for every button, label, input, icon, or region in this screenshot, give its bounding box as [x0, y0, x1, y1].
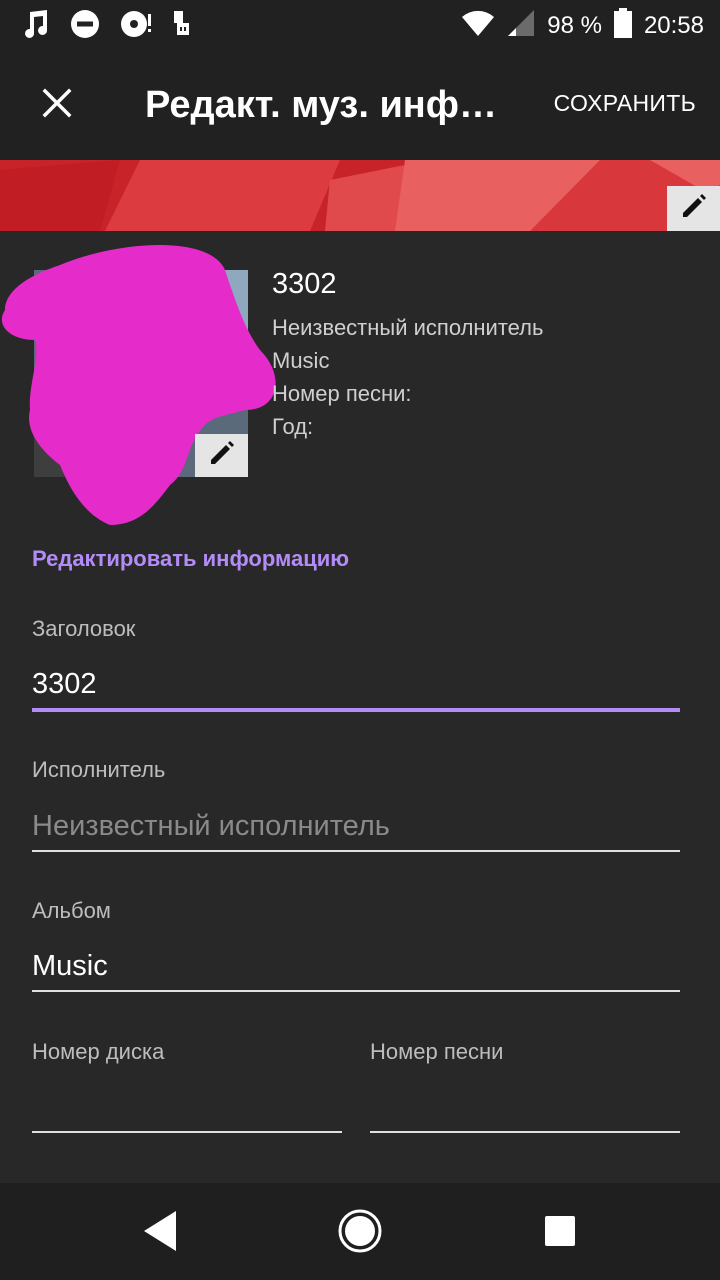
back-button[interactable]: [135, 1208, 185, 1258]
track-artist: Неизвестный исполнитель: [272, 315, 544, 340]
clock: 20:58: [643, 11, 704, 39]
banner-edit-button[interactable]: [667, 186, 720, 231]
media-icon: [120, 9, 152, 44]
wifi-icon: [461, 9, 495, 42]
back-triangle-icon: [140, 1209, 180, 1258]
disc-number-underline: [32, 1131, 342, 1133]
disc-number-field[interactable]: [32, 1090, 342, 1126]
artist-field[interactable]: Неизвестный исполнитель: [32, 810, 390, 843]
app-bar: Редакт. муз. инф… СОХРАНИТЬ: [0, 50, 720, 160]
pencil-icon: [207, 438, 237, 473]
album-art-edit-button[interactable]: [195, 434, 248, 477]
album-field-label: Альбом: [32, 898, 111, 923]
save-button[interactable]: СОХРАНИТЬ: [554, 90, 696, 117]
album-field-underline: [32, 990, 680, 992]
status-bar: 98 % 20:58: [0, 0, 720, 50]
recents-square-icon: [544, 1215, 576, 1252]
title-field-label: Заголовок: [32, 616, 136, 641]
page-title: Редакт. муз. инф…: [145, 84, 498, 126]
usb-icon: [172, 9, 192, 44]
track-number-underline: [370, 1131, 680, 1133]
artist-field-label: Исполнитель: [32, 757, 166, 782]
edit-info-header: Редактировать информацию: [32, 546, 350, 571]
navigation-bar: [0, 1183, 720, 1280]
close-icon: [42, 88, 72, 123]
track-number-label: Номер песни:: [272, 381, 412, 406]
battery-icon: [613, 8, 632, 43]
home-circle-icon: [337, 1208, 383, 1259]
track-album: Music: [272, 348, 330, 373]
signal-icon: [507, 9, 535, 42]
album-art[interactable]: [0, 240, 290, 530]
title-field-underline: [32, 708, 680, 712]
banner-image: [0, 160, 720, 231]
pencil-icon: [679, 191, 709, 226]
title-field[interactable]: 3302: [32, 668, 97, 701]
artist-field-underline: [32, 850, 680, 852]
home-button[interactable]: [335, 1208, 385, 1258]
track-year-label: Год:: [272, 414, 314, 439]
track-number-field-label: Номер песни: [370, 1039, 504, 1064]
track-summary: 3302 Неизвестный исполнитель Music Номер…: [272, 268, 543, 443]
music-note-icon: [22, 9, 50, 44]
close-button[interactable]: [30, 78, 84, 132]
album-field[interactable]: Music: [32, 950, 108, 983]
disc-number-label: Номер диска: [32, 1039, 165, 1064]
track-title: 3302: [272, 268, 337, 300]
battery-percent: 98 %: [547, 11, 602, 39]
track-number-field[interactable]: [370, 1090, 680, 1126]
recents-button[interactable]: [535, 1208, 585, 1258]
do-not-disturb-icon: [70, 9, 100, 44]
